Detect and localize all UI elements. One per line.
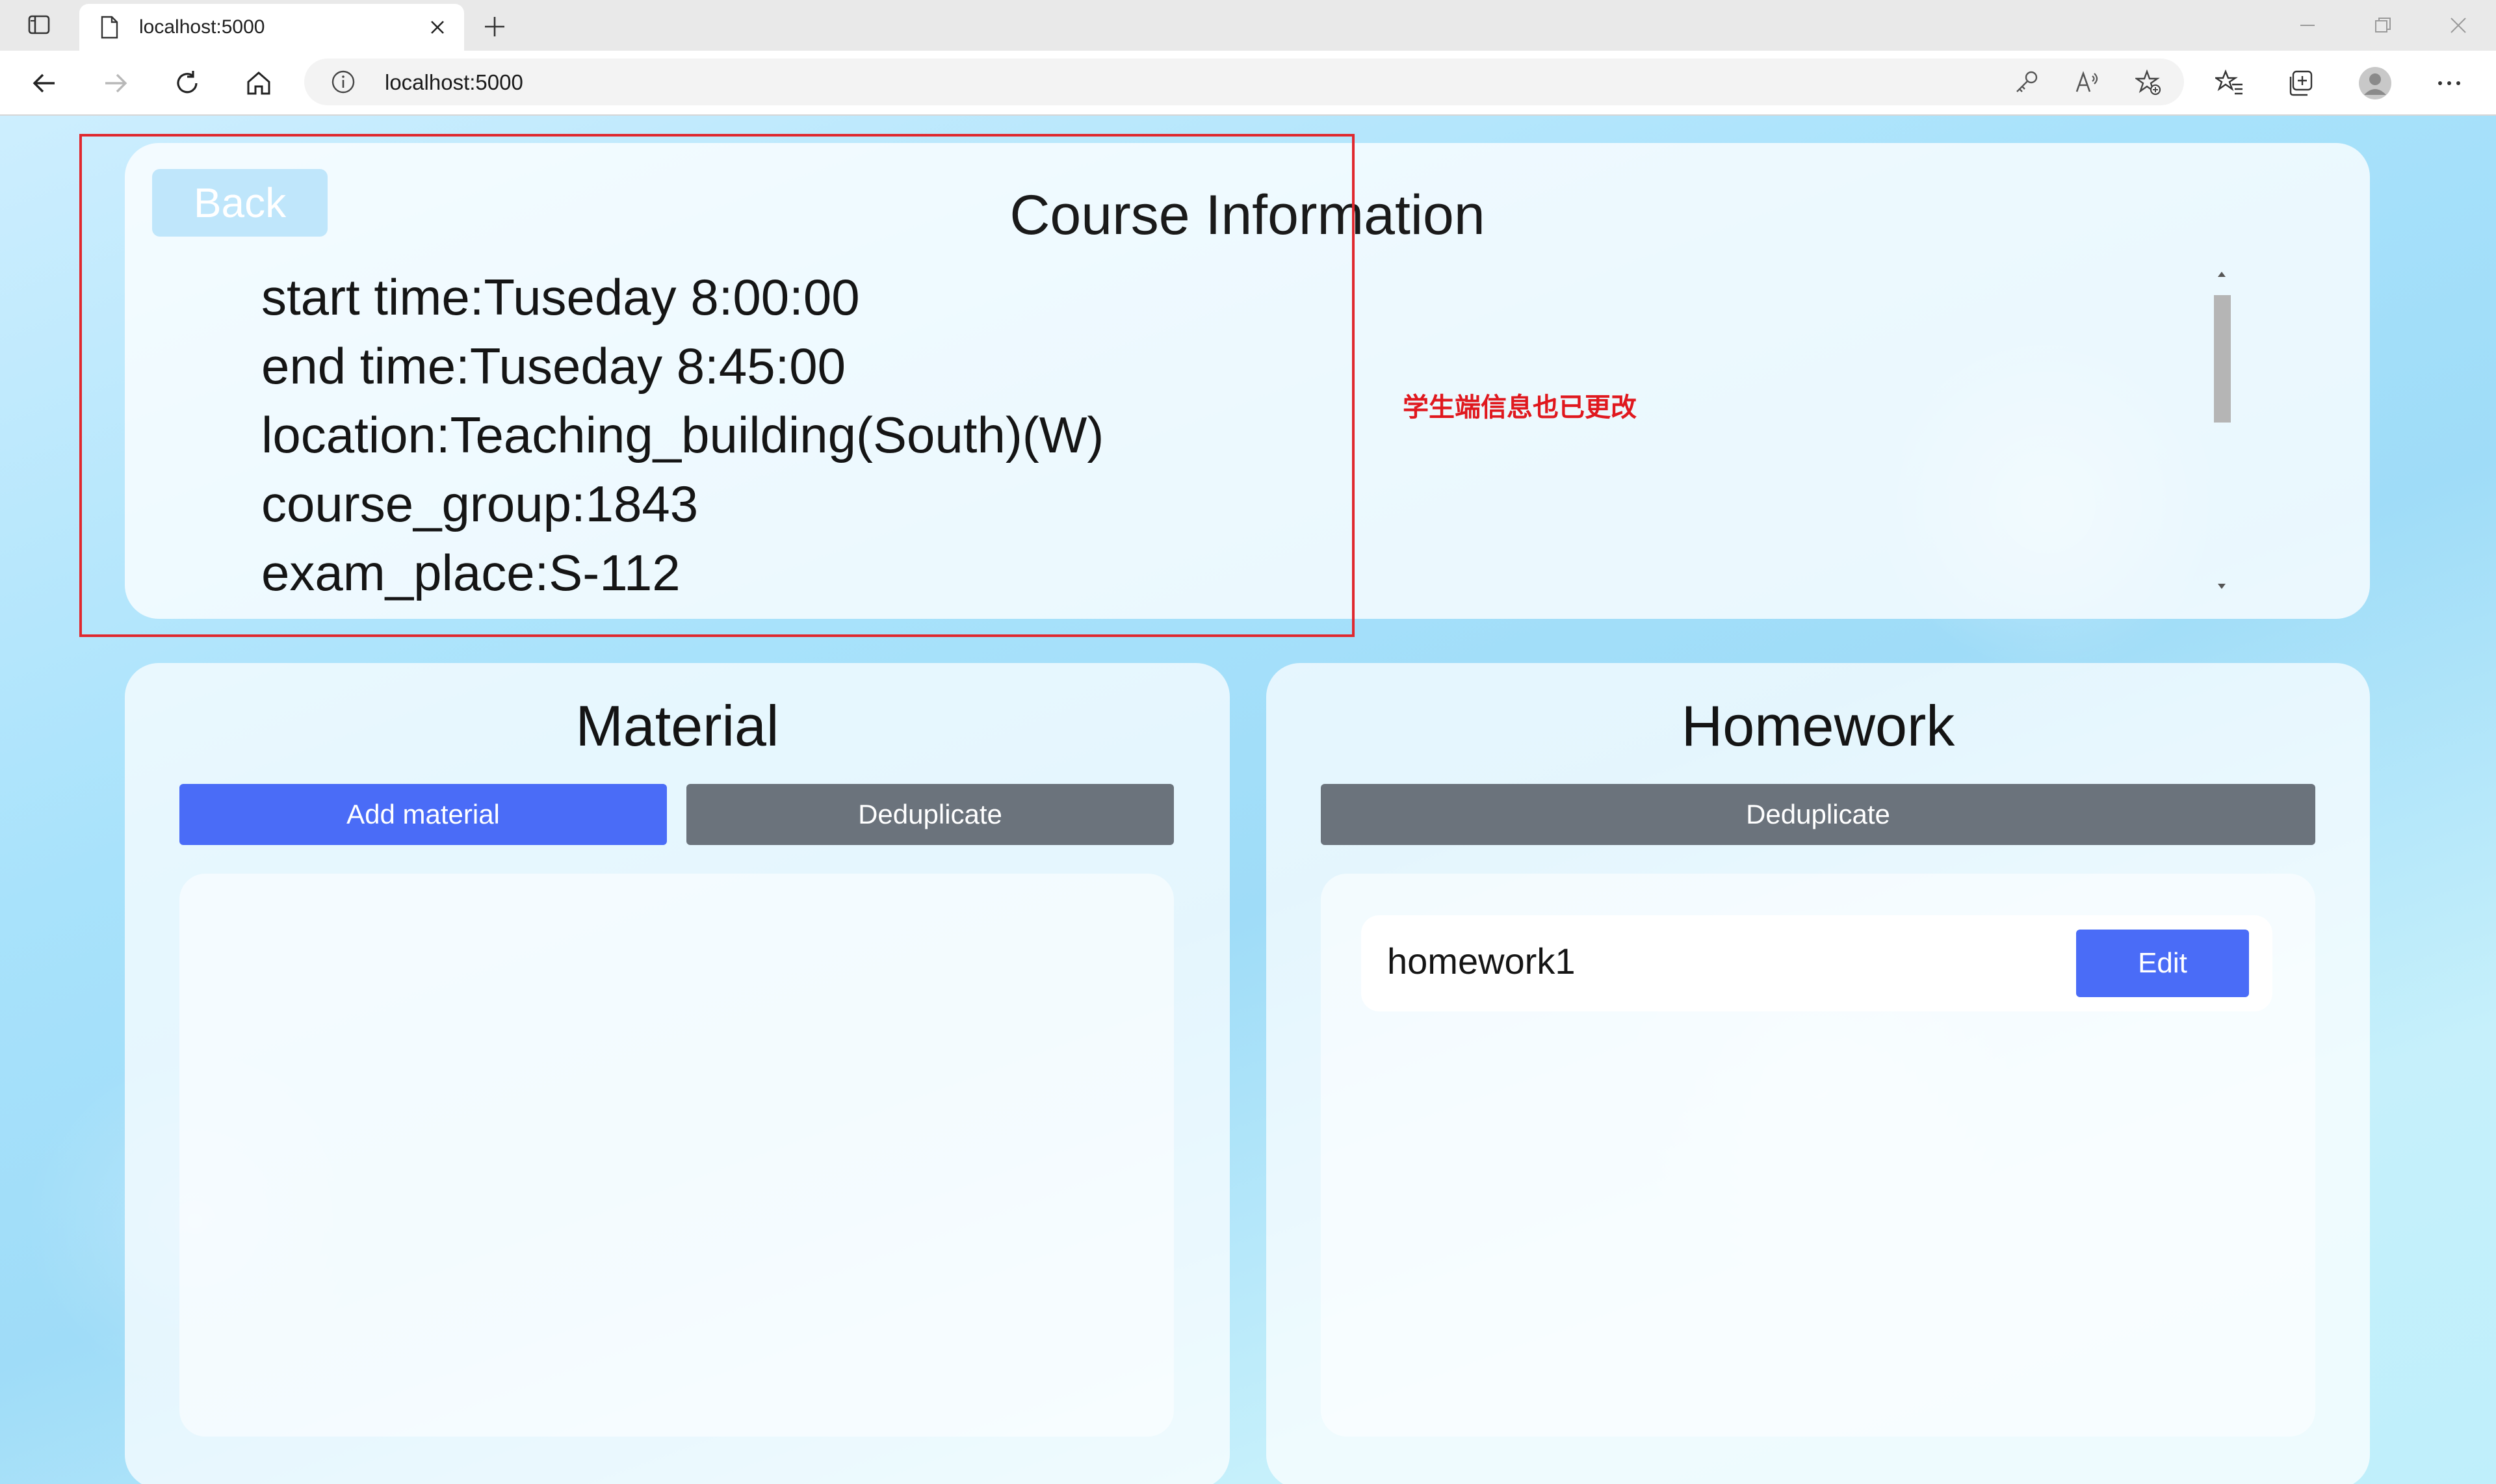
info-icon[interactable] [330, 69, 356, 95]
restore-icon[interactable] [2363, 9, 2402, 42]
annotation-note: 学生端信息也已更改 [1403, 393, 1637, 422]
scroll-down-arrow-icon[interactable] [2215, 580, 2228, 593]
close-tab-icon[interactable] [421, 11, 454, 44]
homework-card: Homework Deduplicate homework1 Edit [1266, 663, 2370, 1484]
new-tab-icon[interactable] [478, 10, 511, 43]
tab-title: localhost:5000 [139, 16, 265, 38]
more-options-icon[interactable] [2431, 65, 2467, 101]
edit-homework-button[interactable]: Edit [2076, 930, 2249, 997]
browser-tab-bar: localhost:5000 [0, 0, 2496, 51]
page-viewport: Back Course Information start time:Tused… [0, 116, 2496, 1484]
browser-tab[interactable]: localhost:5000 [79, 4, 464, 51]
favorites-icon[interactable] [2211, 65, 2248, 101]
minimize-icon[interactable] [2288, 9, 2327, 42]
homework-deduplicate-button[interactable]: Deduplicate [1321, 784, 2315, 845]
address-bar[interactable]: localhost:5000 [304, 59, 2184, 105]
tab-actions-icon[interactable] [25, 10, 53, 39]
browser-toolbar: localhost:5000 [0, 51, 2496, 116]
profile-avatar-icon[interactable] [2357, 65, 2393, 101]
add-material-button[interactable]: Add material [179, 784, 667, 845]
close-window-icon[interactable] [2439, 9, 2478, 42]
collections-icon[interactable] [2283, 65, 2319, 101]
back-arrow-icon[interactable] [26, 65, 62, 101]
material-deduplicate-button[interactable]: Deduplicate [686, 784, 1174, 845]
info-scrollbar[interactable] [2209, 268, 2235, 593]
add-favorite-icon[interactable] [2133, 68, 2163, 98]
password-key-icon[interactable] [2011, 68, 2041, 98]
homework-list: homework1 Edit [1321, 874, 2315, 1437]
forward-arrow-icon[interactable] [98, 65, 134, 101]
list-item: homework1 Edit [1361, 915, 2272, 1011]
page-icon [96, 14, 122, 40]
read-aloud-icon[interactable] [2072, 68, 2102, 98]
home-icon[interactable] [240, 65, 277, 101]
annotation-highlight-box [79, 134, 1355, 637]
material-title: Material [575, 694, 779, 758]
scroll-up-arrow-icon[interactable] [2215, 268, 2228, 281]
material-list [179, 874, 1174, 1437]
material-card: Material Add material Deduplicate [125, 663, 1230, 1484]
homework-name: homework1 [1387, 941, 1576, 982]
homework-title: Homework [1681, 694, 1955, 758]
url-text: localhost:5000 [385, 70, 523, 94]
scroll-thumb[interactable] [2214, 295, 2231, 423]
refresh-icon[interactable] [169, 65, 205, 101]
